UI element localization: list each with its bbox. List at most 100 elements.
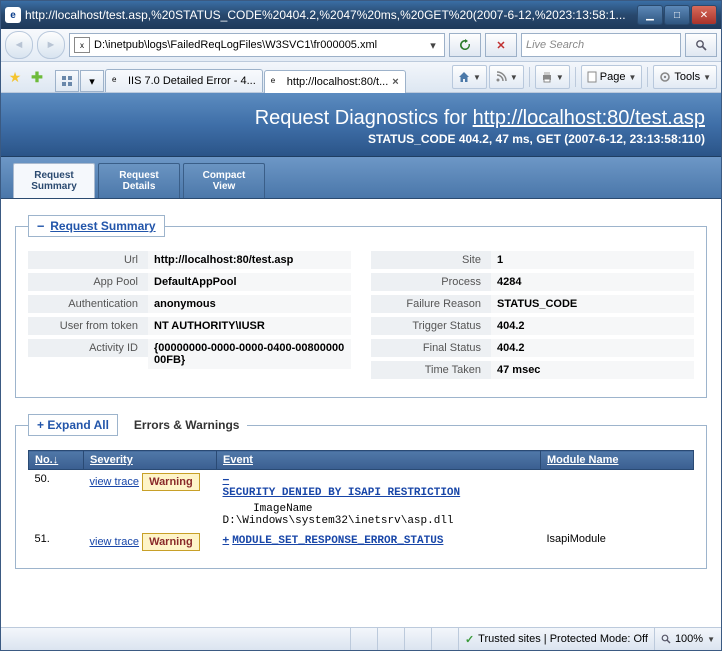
view-trace-link[interactable]: view trace [90,536,140,548]
kv-row: Final Status404.2 [371,339,694,357]
browser-tab-0[interactable]: e IIS 7.0 Detailed Error - 4... [105,69,263,92]
kv-row: Authenticationanonymous [28,295,351,313]
window-title: http://localhost/test.asp,%20STATUS_CODE… [25,8,633,22]
kv-key: Url [28,251,148,269]
table-row: 51. view trace Warning + MODULE_SET_RESP… [29,530,694,554]
kv-key: App Pool [28,273,148,291]
kv-value: DefaultAppPool [148,273,351,291]
request-summary-toggle[interactable]: − Request Summary [28,215,165,237]
tab-request-details[interactable]: RequestDetails [98,163,180,198]
feeds-button[interactable]: ▼ [489,65,524,89]
home-button[interactable]: ▼ [452,65,487,89]
toggle-icon[interactable]: − [223,473,230,486]
kv-value: {00000000-0000-0000-0400-0080000000FB} [148,339,351,369]
favorites-icon[interactable]: ★ [5,67,25,87]
kv-row: Failure ReasonSTATUS_CODE [371,295,694,313]
kv-row: Site1 [371,251,694,269]
tab-compact-view[interactable]: CompactView [183,163,265,198]
page-button[interactable]: Page▼ [581,65,643,89]
tools-button[interactable]: Tools▼ [653,65,717,89]
kv-value: anonymous [148,295,351,313]
col-module[interactable]: Module Name [541,451,694,470]
kv-row: App PoolDefaultAppPool [28,273,351,291]
status-segment [377,628,404,650]
browser-tab-1[interactable]: e http://localhost:80/t... × [264,70,406,93]
severity-badge: Warning [142,473,200,491]
tab-strip: ▾ e IIS 7.0 Detailed Error - 4... e http… [55,62,406,92]
add-favorite-icon[interactable]: ✚ [27,67,47,87]
kv-value: http://localhost:80/test.asp [148,251,351,269]
kv-key: Time Taken [371,361,491,379]
search-button[interactable] [685,33,717,57]
zone-text: Trusted sites | Protected Mode: Off [478,633,648,645]
collapse-icon: − [37,219,44,233]
refresh-button[interactable] [449,33,481,57]
chevron-down-icon: ▼ [556,73,564,82]
tab-label: IIS 7.0 Detailed Error - 4... [128,75,256,87]
event-name-link[interactable]: SECURITY DENIED BY ISAPI RESTRICTION [223,487,461,499]
kv-row: Activity ID{00000000-0000-0000-0400-0080… [28,339,351,369]
browser-window: e http://localhost/test.asp,%20STATUS_CO… [0,0,722,651]
search-placeholder: Live Search [526,39,584,51]
kv-row: Trigger Status404.2 [371,317,694,335]
section-title: Request Summary [50,219,155,233]
module-name: IsapiModule [541,530,694,554]
address-bar[interactable]: x D:\inetpub\logs\FailedReqLogFiles\W3SV… [69,33,445,57]
minimize-button[interactable]: ▁ [637,5,663,25]
event-name-link[interactable]: MODULE_SET_RESPONSE_ERROR_STATUS [232,535,443,547]
security-zone[interactable]: ✓ Trusted sites | Protected Mode: Off [458,628,654,650]
kv-value: 404.2 [491,339,694,357]
tab-request-summary[interactable]: RequestSummary [13,163,95,198]
close-tab-icon[interactable]: × [392,76,398,88]
expand-all-button[interactable]: + Expand All [28,414,118,436]
kv-key: Failure Reason [371,295,491,313]
tab-list-button[interactable]: ▾ [80,70,104,92]
col-severity[interactable]: Severity [84,451,217,470]
zoom-control[interactable]: 100% ▼ [654,628,721,650]
page-title: Request Diagnostics for http://localhost… [17,107,705,130]
search-input[interactable]: Live Search [521,33,681,57]
kv-key: User from token [28,317,148,335]
banner-subtitle: STATUS_CODE 404.2, 47 ms, GET (2007-6-12… [17,132,705,146]
kv-value: 4284 [491,273,694,291]
navbar: ◄ ► x D:\inetpub\logs\FailedReqLogFiles\… [1,29,721,62]
errors-warnings-section: + Expand All Errors & Warnings No.↓ Seve… [15,414,707,569]
diagnostics-banner: Request Diagnostics for http://localhost… [1,93,721,157]
close-button[interactable]: ✕ [691,5,717,25]
kv-key: Site [371,251,491,269]
banner-prefix: Request Diagnostics for [255,107,473,129]
kv-key: Final Status [371,339,491,357]
tools-label: Tools [674,71,700,83]
view-trace-link[interactable]: view trace [90,476,140,488]
module-name [541,470,694,531]
quick-tabs-button[interactable] [55,70,79,92]
address-dropdown-icon[interactable]: ▾ [426,39,440,52]
view-tabs: RequestSummary RequestDetails CompactVie… [1,157,721,199]
back-button[interactable]: ◄ [5,31,33,59]
detail-value: D:\Windows\system32\inetsrv\asp.dll [223,515,454,527]
toggle-icon[interactable]: + [223,533,230,546]
chevron-down-icon: ▼ [707,635,715,644]
col-event[interactable]: Event [217,451,541,470]
kv-row: Process4284 [371,273,694,291]
check-icon: ✓ [465,633,474,646]
events-table: No.↓ Severity Event Module Name 50. view… [28,450,694,554]
chevron-down-icon: ▼ [628,73,636,82]
maximize-button[interactable]: □ [664,5,690,25]
event-detail: ImageName D:\Windows\system32\inetsrv\as… [223,503,535,527]
chevron-down-icon: ▼ [703,73,711,82]
request-summary-section: − Request Summary Urlhttp://localhost:80… [15,215,707,398]
statusbar: ✓ Trusted sites | Protected Mode: Off 10… [1,627,721,650]
kv-value: 47 msec [491,361,694,379]
forward-button[interactable]: ► [37,31,65,59]
col-no[interactable]: No.↓ [29,451,84,470]
severity-badge: Warning [142,533,200,551]
diagnostics-url-link[interactable]: http://localhost:80/test.asp [473,107,705,129]
tab-label: http://localhost:80/t... [287,76,389,88]
content-area: Request Diagnostics for http://localhost… [1,93,721,627]
stop-button[interactable]: ✕ [485,33,517,57]
print-button[interactable]: ▼ [535,65,570,89]
section-title: Errors & Warnings [126,415,248,435]
kv-value: NT AUTHORITY\IUSR [148,317,351,335]
status-segment [431,628,458,650]
